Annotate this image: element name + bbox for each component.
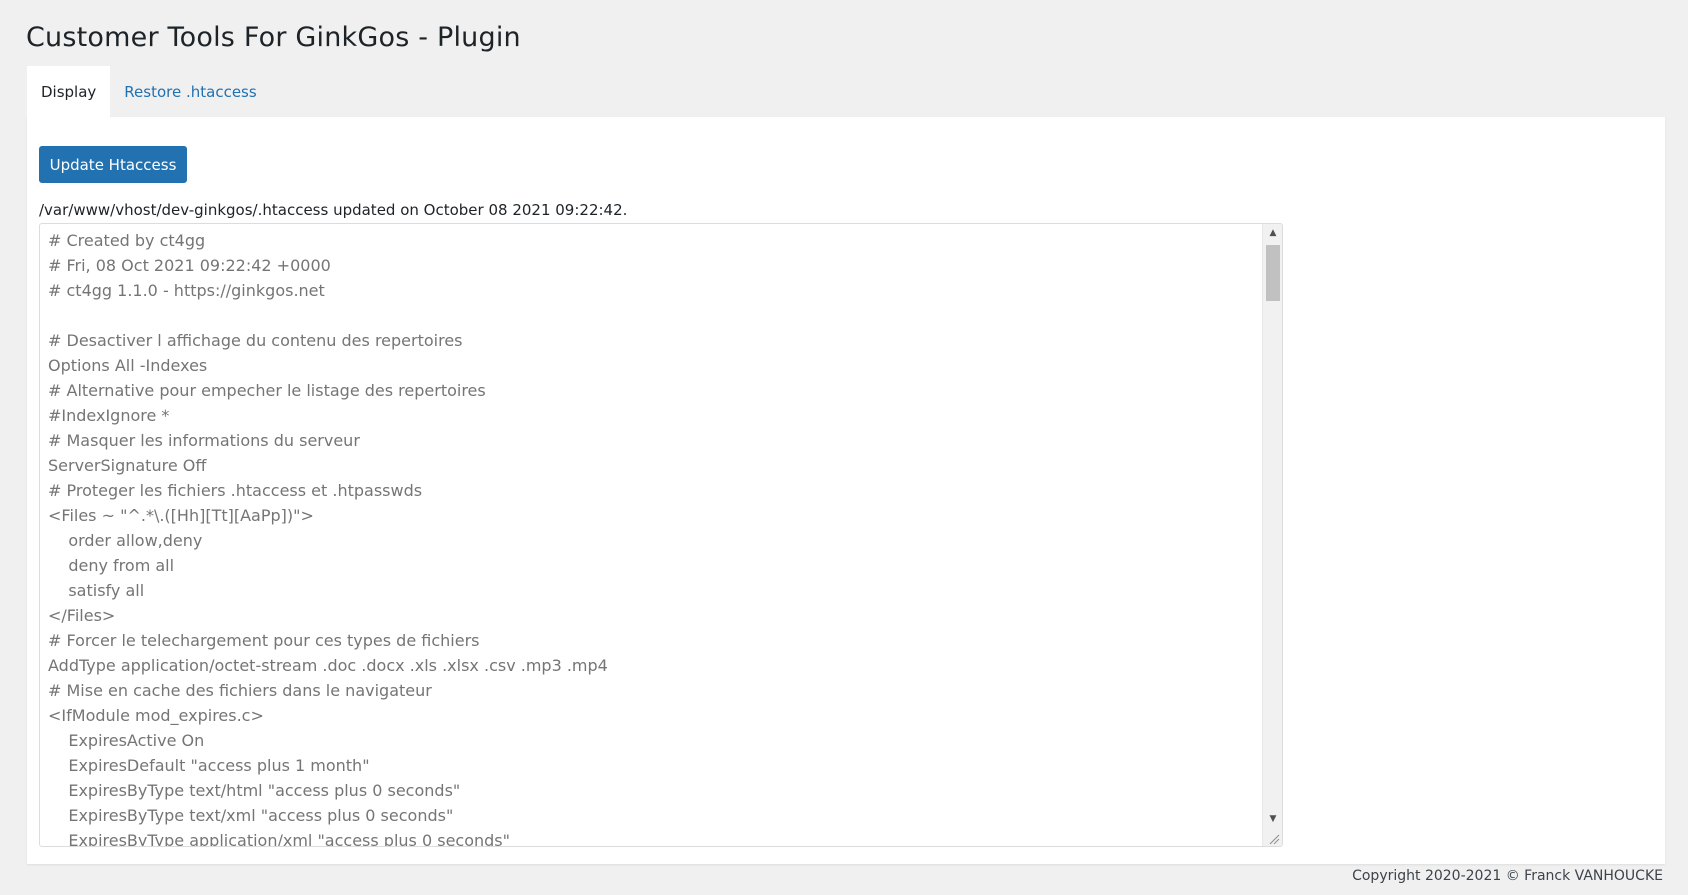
resize-grip-icon[interactable]	[1262, 828, 1282, 846]
scroll-up-icon[interactable]: ▲	[1263, 224, 1282, 242]
tab-bar: Display Restore .htaccess	[27, 66, 271, 118]
tab-display[interactable]: Display	[27, 66, 111, 118]
footer-copyright: Copyright 2020-2021 © Franck VANHOUCKE	[1352, 868, 1663, 884]
page-title: Customer Tools For GinkGos - Plugin	[26, 22, 521, 53]
update-htaccess-button[interactable]: Update Htaccess	[39, 146, 187, 183]
status-message: /var/www/vhost/dev-ginkgos/.htaccess upd…	[39, 201, 628, 219]
htaccess-textarea[interactable]: # Created by ct4gg # Fri, 08 Oct 2021 09…	[40, 224, 1262, 846]
tab-restore-htaccess[interactable]: Restore .htaccess	[110, 66, 270, 118]
htaccess-editor[interactable]: # Created by ct4gg # Fri, 08 Oct 2021 09…	[39, 223, 1283, 847]
display-panel: Update Htaccess /var/www/vhost/dev-ginkg…	[27, 117, 1665, 864]
editor-scrollbar[interactable]: ▲ ▼	[1262, 224, 1282, 846]
scroll-down-icon[interactable]: ▼	[1263, 810, 1282, 828]
scroll-thumb[interactable]	[1266, 245, 1280, 301]
